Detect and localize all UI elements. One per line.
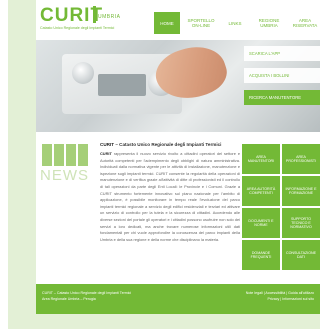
- tile-consultazione-dati[interactable]: CONSULTAZIONE DATI: [282, 240, 320, 270]
- intro-article: CURIT – Catasto Unico Regionale degli Im…: [100, 142, 240, 243]
- article-body-text: rappresenta il nuovo servizio rivolto a …: [100, 151, 240, 242]
- news-heading: NEWS: [40, 144, 92, 184]
- tile-area-professionisti[interactable]: AREA PROFESSIONISTI: [282, 144, 320, 174]
- section-tiles: AREA MANUTENTORI AREA PROFESSIONISTI ARE…: [242, 144, 320, 270]
- scarica-app-link[interactable]: SCARICA L'APP: [244, 46, 320, 61]
- article-title-acronym: CURIT: [100, 142, 115, 147]
- logo-region: UMBRIA: [98, 14, 121, 20]
- boiler-dial-icon: [72, 62, 94, 84]
- tile-domande-frequenti[interactable]: DOMANDE FREQUENTI: [242, 240, 280, 270]
- hero-quick-links: SCARICA L'APP ACQUISTA I BOLLINI RICERCA…: [244, 46, 320, 112]
- hero-banner: SCARICA L'APP ACQUISTA I BOLLINI RICERCA…: [36, 40, 320, 132]
- article-title-text: – Catasto Unico Regionale degli Impianti…: [114, 142, 222, 147]
- news-bar: [54, 144, 64, 166]
- nav-area-riservata[interactable]: AREA RISERVATA: [290, 12, 320, 34]
- article-body: CURIT rappresenta il nuovo servizio rivo…: [100, 151, 240, 243]
- nav-links[interactable]: LINKS: [224, 12, 246, 34]
- news-word: NEWS: [40, 167, 89, 184]
- logo[interactable]: CURIT UMBRIA Catasto Unico Regionale deg…: [40, 6, 120, 30]
- footer-info: CURIT – Catasto Unico Regionale degli Im…: [42, 290, 192, 302]
- tile-informazione-formazione[interactable]: INFORMAZIONE E FORMAZIONE: [282, 176, 320, 206]
- acquista-bollini-link[interactable]: ACQUISTA I BOLLINI: [244, 68, 320, 83]
- background-band-left: [8, 0, 36, 329]
- page: CURIT UMBRIA Catasto Unico Regionale deg…: [36, 0, 320, 314]
- footer-links-line[interactable]: Privacy | Informazioni sul sito: [194, 296, 314, 302]
- news-bar: [42, 144, 52, 166]
- logo-tower-icon: [93, 6, 96, 23]
- footer-links: Note legali | Accessibilità | Guida all'…: [194, 290, 314, 302]
- article-title: CURIT – Catasto Unico Regionale degli Im…: [100, 142, 240, 148]
- nav-sportello-online[interactable]: SPORTELLO ON-LINE: [184, 12, 218, 34]
- boiler-display: [98, 74, 146, 96]
- ricerca-manutentore-link[interactable]: RICERCA MANUTENTORE: [244, 90, 320, 105]
- footer-info-line: Area Regionale Umbria – Perugia: [42, 297, 96, 301]
- background-band-bottom: [8, 314, 320, 329]
- tile-area-manutentori[interactable]: AREA MANUTENTORI: [242, 144, 280, 174]
- news-bar: [78, 144, 88, 166]
- news-bar: [66, 144, 76, 166]
- tile-documenti-norme[interactable]: DOCUMENTI E NORME: [242, 208, 280, 238]
- logo-tagline: Catasto Unico Regionale degli Impianti T…: [40, 26, 115, 30]
- nav-regione-umbria[interactable]: REGIONE UMBRIA: [252, 12, 286, 34]
- tile-area-autorita[interactable]: AREA AUTORITÀ COMPETENTI: [242, 176, 280, 206]
- header: CURIT UMBRIA Catasto Unico Regionale deg…: [36, 0, 320, 40]
- footer: CURIT – Catasto Unico Regionale degli Im…: [36, 284, 320, 314]
- article-body-acronym: CURIT: [100, 151, 112, 156]
- nav-home[interactable]: HOME: [154, 12, 180, 34]
- tile-supporto-tecnico[interactable]: SUPPORTO TECNICO E NORMATIVO: [282, 208, 320, 238]
